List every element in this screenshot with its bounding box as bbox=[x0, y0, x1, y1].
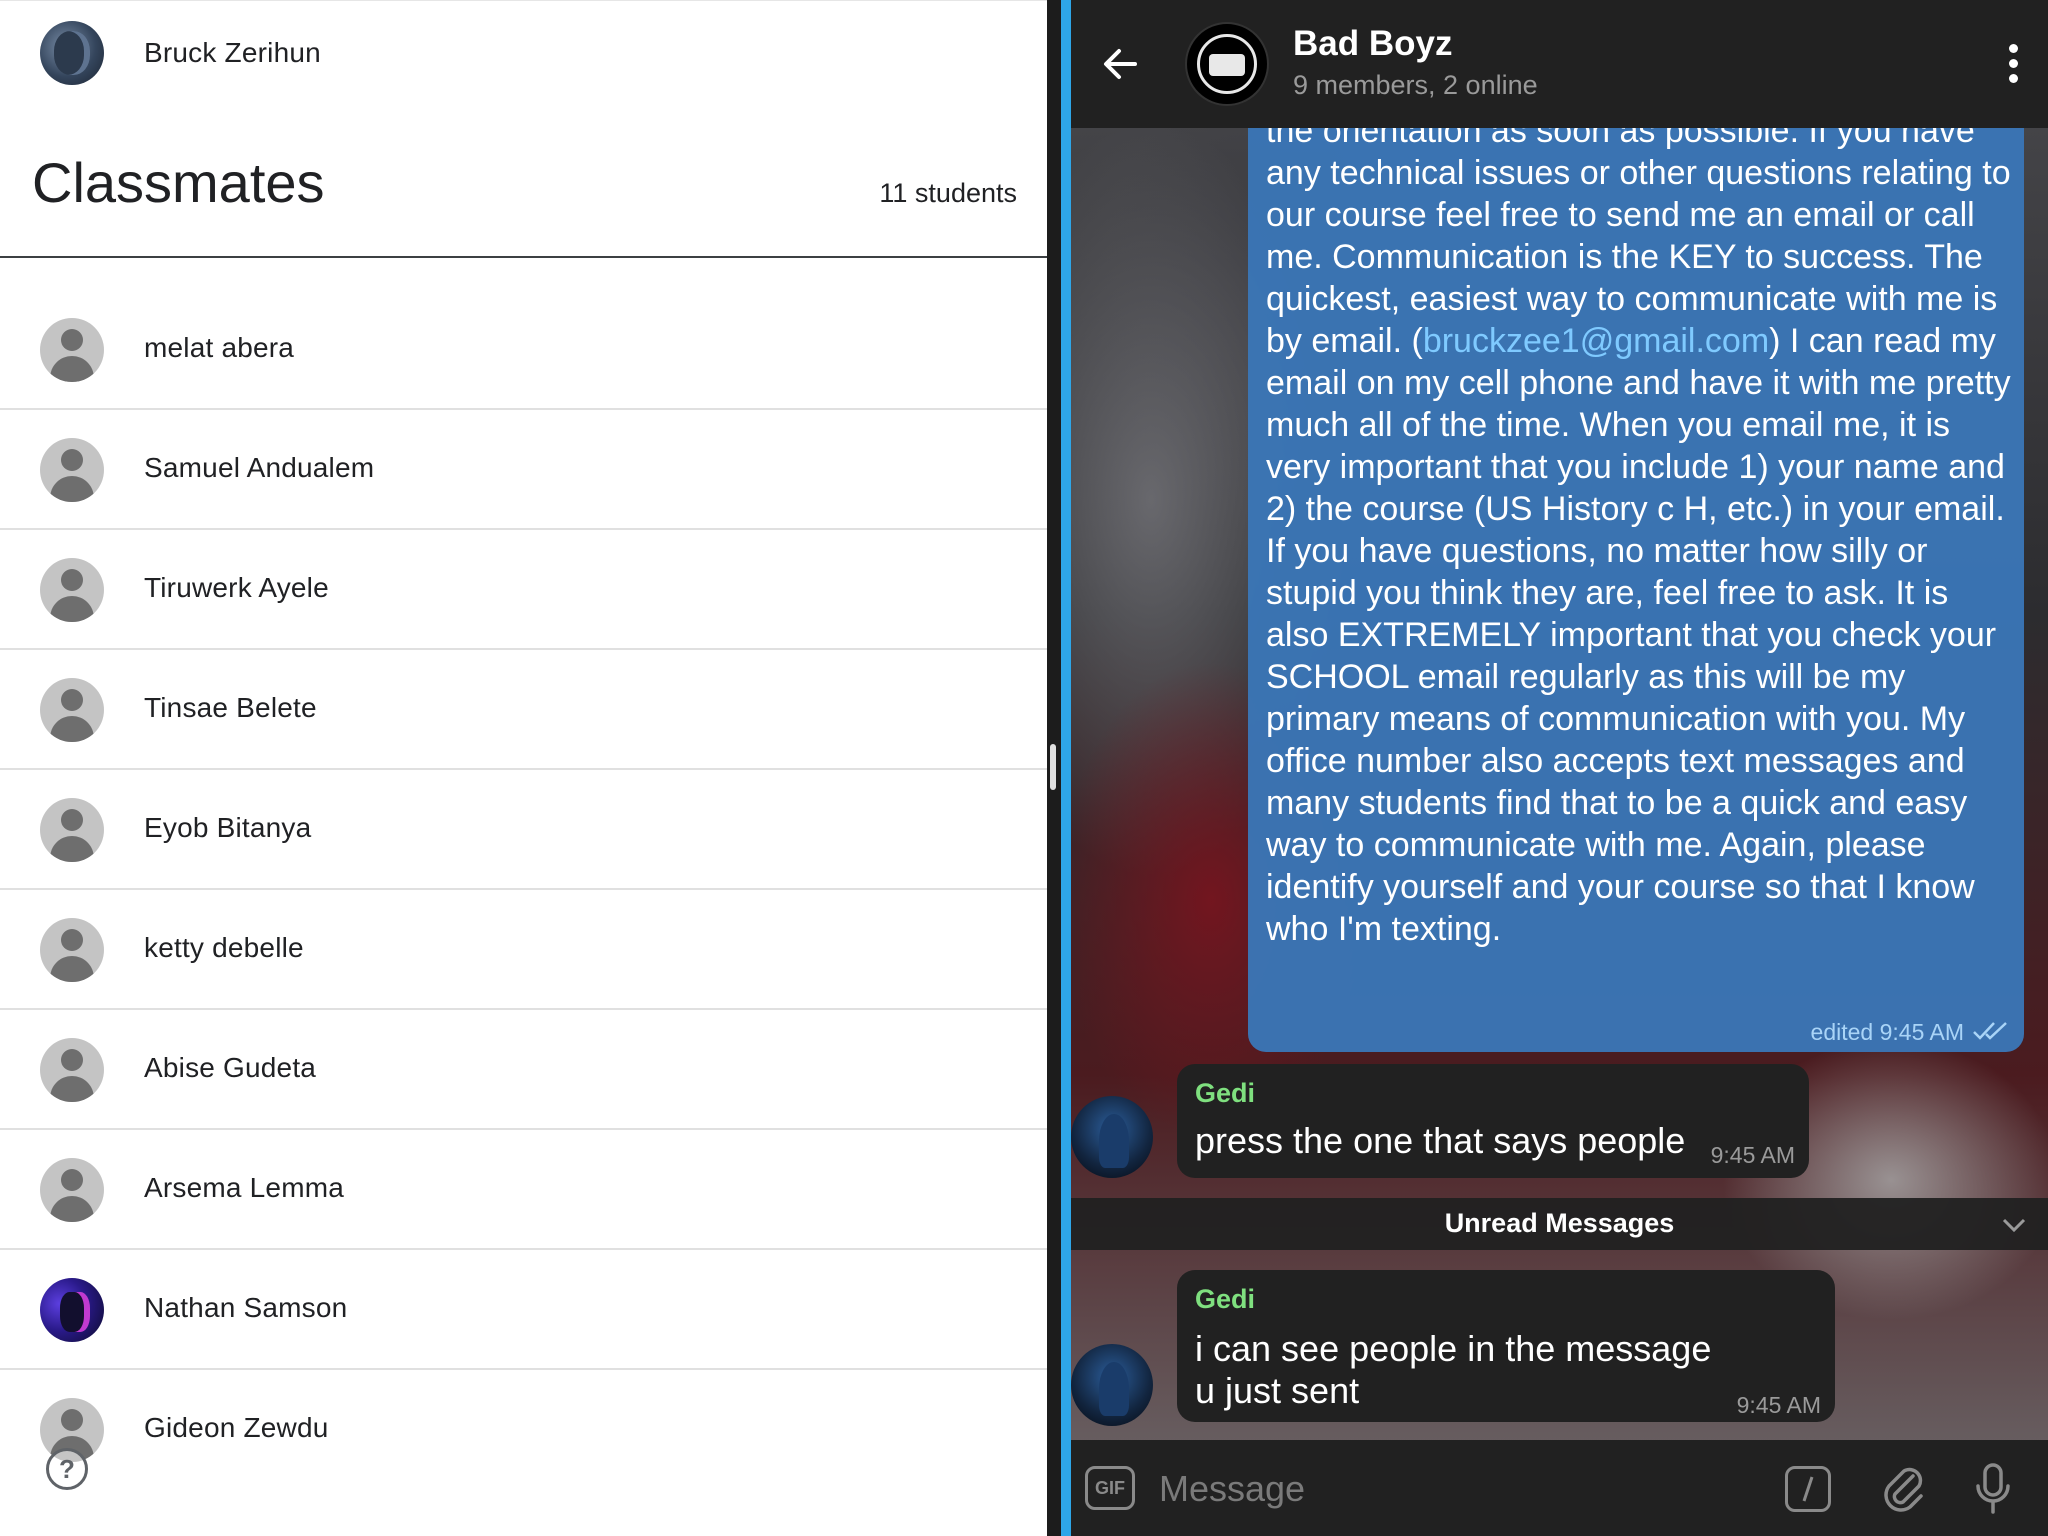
microphone-icon[interactable] bbox=[1973, 1462, 2013, 1516]
teacher-avatar bbox=[40, 21, 104, 85]
student-name: melat abera bbox=[144, 332, 295, 363]
student-row[interactable]: Abise Gudeta bbox=[0, 1010, 1047, 1130]
classroom-pane: Bruck Zerihun Classmates 11 students mel… bbox=[0, 0, 1047, 1536]
split-view-divider[interactable] bbox=[1047, 0, 1071, 1536]
back-arrow-icon[interactable] bbox=[1095, 38, 1147, 90]
student-row[interactable]: Gideon Zewdu bbox=[0, 1370, 1047, 1490]
message-time: edited 9:45 AM bbox=[1810, 1019, 1964, 1045]
avatar bbox=[40, 918, 104, 982]
student-row[interactable]: Tinsae Belete bbox=[0, 650, 1047, 770]
message-text-part: ) I can read my email on my cell phone a… bbox=[1266, 322, 2011, 948]
student-row[interactable]: Eyob Bitanya bbox=[0, 770, 1047, 890]
chevron-down-icon[interactable] bbox=[2000, 1212, 2028, 1236]
chat-pane: the orientation as soon as possible. If … bbox=[1071, 0, 2048, 1536]
divider bbox=[0, 256, 1047, 258]
student-name: Tiruwerk Ayele bbox=[144, 572, 329, 603]
sender-name[interactable]: Gedi bbox=[1195, 1284, 1255, 1315]
avatar bbox=[40, 438, 104, 502]
message-text: the orientation as soon as possible. If … bbox=[1266, 110, 2018, 950]
student-row[interactable]: Arsema Lemma bbox=[0, 1130, 1047, 1250]
sender-avatar[interactable] bbox=[1071, 1344, 1153, 1426]
message-text: press the one that says people bbox=[1195, 1120, 1686, 1161]
student-name: Gideon Zewdu bbox=[144, 1412, 329, 1443]
student-name: Tinsae Belete bbox=[144, 692, 317, 723]
student-name: Abise Gudeta bbox=[144, 1052, 317, 1083]
gif-icon[interactable]: GIF bbox=[1085, 1466, 1135, 1510]
group-avatar[interactable] bbox=[1185, 22, 1269, 106]
more-options-icon[interactable] bbox=[2008, 44, 2020, 84]
avatar bbox=[40, 318, 104, 382]
teacher-row[interactable]: Bruck Zerihun bbox=[0, 0, 1047, 105]
bot-command-icon[interactable] bbox=[1785, 1466, 1831, 1512]
student-name: Arsema Lemma bbox=[144, 1172, 345, 1203]
divider-accent bbox=[1061, 0, 1071, 1536]
message-text: i can see people in the message u just s… bbox=[1195, 1328, 1712, 1411]
fist-icon bbox=[1209, 54, 1245, 76]
message-composer: GIF bbox=[1071, 1440, 2048, 1536]
help-icon[interactable]: ? bbox=[46, 1448, 88, 1490]
sender-avatar[interactable] bbox=[1071, 1096, 1153, 1178]
avatar bbox=[40, 1038, 104, 1102]
student-row[interactable]: Tiruwerk Ayele bbox=[0, 530, 1047, 650]
email-link[interactable]: bruckzee1@gmail.com bbox=[1423, 322, 1769, 360]
message-input[interactable] bbox=[1159, 1464, 1659, 1514]
avatar bbox=[40, 798, 104, 862]
student-row[interactable]: ketty debelle bbox=[0, 890, 1047, 1010]
teacher-name: Bruck Zerihun bbox=[144, 37, 321, 68]
outgoing-message-bubble[interactable]: the orientation as soon as possible. If … bbox=[1248, 90, 2024, 1052]
avatar bbox=[40, 558, 104, 622]
unread-label: Unread Messages bbox=[1444, 1208, 1675, 1238]
student-row[interactable]: Nathan Samson bbox=[0, 1250, 1047, 1370]
incoming-message-bubble[interactable]: Gedi press the one that says people 9:45… bbox=[1177, 1064, 1809, 1178]
avatar bbox=[40, 1158, 104, 1222]
chat-header: Bad Boyz 9 members, 2 online bbox=[1071, 0, 2048, 128]
student-name: Samuel Andualem bbox=[144, 452, 375, 483]
student-name: ketty debelle bbox=[144, 932, 304, 963]
drag-handle-icon[interactable] bbox=[1050, 744, 1056, 790]
student-count: 11 students bbox=[879, 178, 1017, 208]
sender-name[interactable]: Gedi bbox=[1195, 1078, 1255, 1109]
student-row[interactable]: melat abera bbox=[0, 290, 1047, 410]
chat-subtitle: 9 members, 2 online bbox=[1293, 70, 1538, 100]
student-name: Nathan Samson bbox=[144, 1292, 348, 1323]
incoming-message-bubble[interactable]: Gedi i can see people in the message u j… bbox=[1177, 1270, 1835, 1422]
student-name: Eyob Bitanya bbox=[144, 812, 312, 843]
attach-icon[interactable] bbox=[1879, 1462, 1927, 1514]
avatar bbox=[40, 1278, 104, 1342]
chat-title[interactable]: Bad Boyz bbox=[1293, 24, 1452, 64]
avatar bbox=[40, 678, 104, 742]
student-row[interactable]: Samuel Andualem bbox=[0, 410, 1047, 530]
double-check-icon bbox=[1973, 1022, 2007, 1040]
message-time: 9:45 AM bbox=[1710, 1142, 1795, 1168]
message-time: 9:45 AM bbox=[1736, 1392, 1821, 1418]
unread-messages-divider: Unread Messages bbox=[1071, 1198, 2048, 1250]
page-title: Classmates bbox=[32, 151, 325, 214]
